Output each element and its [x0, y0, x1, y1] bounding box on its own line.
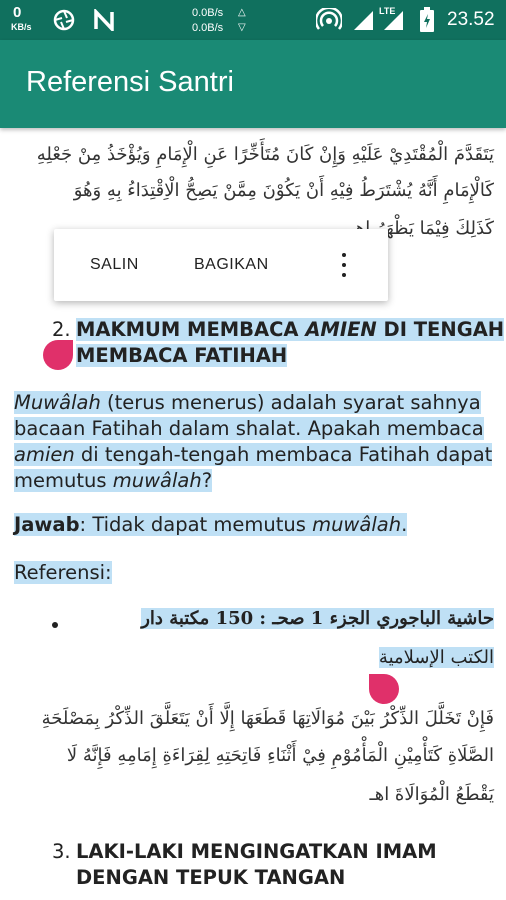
reference-label: Referensi: [14, 561, 112, 584]
section-heading: MAKMUM MEMBACA AMIEN DI TENGAH MEMBACA F… [76, 317, 505, 369]
term-italic: Muwâlah [14, 391, 101, 414]
net-speed-unit: KB/s [11, 22, 32, 32]
heading-part: DI TENGAH [376, 318, 505, 341]
download-arrow-icon: ▽ [238, 22, 246, 33]
share-button[interactable]: BAGIKAN [194, 256, 269, 274]
hotspot-icon [314, 6, 344, 37]
heading-line1: LAKI-LAKI MENGINGATKAN IMAM [76, 840, 437, 863]
arabic-quote-line: الصَّلَاةِ كَتَأْمِيْنِ الْمَأْمُوْمِ فِ… [66, 745, 494, 766]
heading-italic: AMIEN [305, 318, 377, 341]
term-italic: muwâlah [312, 513, 402, 536]
heading-part: MAKMUM MEMBACA [76, 318, 306, 341]
arabic-text-line: كَالْإِمَامِ أَنَّهُ يُشْتَرَطُ فِيْهِ أ… [73, 180, 494, 201]
paragraph: Muwâlah (terus menerus) adalah syarat sa… [14, 390, 493, 494]
answer-label: Jawab [14, 513, 80, 536]
selection-end-handle[interactable] [369, 674, 399, 704]
answer-paragraph: Jawab: Tidak dapat memutus muwâlah. [14, 512, 408, 538]
battery-icon [420, 7, 434, 38]
app-title: Referensi Santri [26, 66, 234, 98]
text-span: di tengah-tengah membaca Fatihah dapat [74, 443, 493, 466]
signal-icon [352, 9, 374, 36]
arabic-quote-line: يَقْطَعُ الْمُوَالَاةَ اهـ [369, 784, 494, 805]
text-span: (terus menerus) adalah syarat sahnya [100, 391, 481, 414]
clock: 23.52 [447, 9, 495, 30]
n-icon [93, 7, 115, 36]
section-heading: LAKI-LAKI MENGINGATKAN IMAM DENGAN TEPUK… [76, 839, 437, 891]
selection-start-handle[interactable] [43, 340, 73, 370]
heading-line2: DENGAN TEPUK TANGAN [76, 866, 346, 889]
text-span: bacaan Fatihah dalam shalat. Apakah memb… [14, 417, 484, 440]
text-span: . [401, 513, 408, 536]
term-italic: amien [14, 443, 75, 466]
network-type: LTE [379, 6, 396, 16]
upload-arrow-icon: △ [238, 7, 246, 18]
text-span: : Tidak dapat memutus [79, 513, 313, 536]
arabic-text-line: يَتَقَدَّمَ الْمُقْتَدِيْ عَلَيْهِ وَإِن… [36, 144, 494, 165]
upload-speed: 0.0B/s [192, 7, 224, 19]
text-span: memutus [14, 469, 113, 492]
download-speed: 0.0B/s [192, 22, 224, 34]
app-bar: Referensi Santri [0, 40, 506, 128]
bullet-dot [52, 622, 58, 628]
text-span: ? [201, 469, 213, 492]
reference-book: حاشية الباجوري الجزء 1 صحـ : 150 مكتبة د… [141, 608, 494, 629]
status-bar: 0 KB/s 0.0B/s △ 0.0B/s ▽ LTE 23.52 [0, 0, 506, 40]
copy-button[interactable]: SALIN [90, 256, 139, 274]
more-vert-icon[interactable] [334, 249, 354, 281]
term-italic: muwâlah [112, 469, 202, 492]
arabic-quote-line: فَإِنْ تَخَلَّلَ الذِّكْرُ بَيْنَ مُوَال… [41, 708, 494, 729]
text-selection-menu: SALIN BAGIKAN [54, 229, 388, 301]
section-number: 3. [52, 840, 71, 863]
aperture-icon [53, 9, 75, 36]
heading-line2: MEMBACA FATIHAH [76, 344, 288, 367]
net-speed: 0 [13, 4, 22, 21]
reference-book-line2: الكتب الإسلامية [378, 647, 494, 668]
